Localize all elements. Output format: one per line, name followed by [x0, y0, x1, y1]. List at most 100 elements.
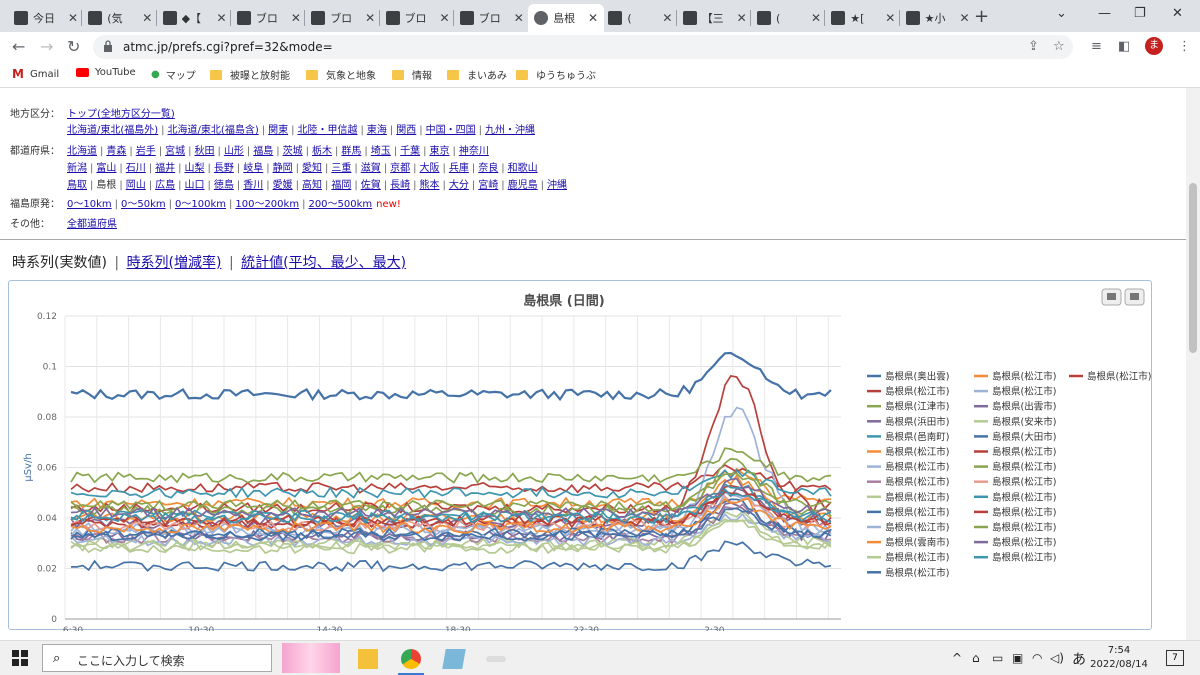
nav-link[interactable]: 0〜50km	[121, 199, 166, 210]
bookmark-youtube[interactable]: YouTube	[76, 67, 136, 78]
new-tab-button[interactable]: +	[974, 6, 989, 27]
legend-item[interactable]: 島根県(松江市)	[992, 446, 1056, 458]
nav-link[interactable]: 岐阜	[243, 163, 263, 174]
legend-item[interactable]: 島根県(安来市)	[992, 416, 1056, 428]
browser-tab[interactable]: 島根 ✕	[528, 4, 605, 32]
nav-link[interactable]: 福岡	[331, 180, 351, 191]
nav-link[interactable]: 愛媛	[273, 180, 293, 191]
tab-close-icon[interactable]: ✕	[811, 11, 821, 25]
nav-link[interactable]: 宮城	[165, 146, 185, 157]
browser-tab[interactable]: ブロ ✕	[454, 4, 530, 32]
app-icon[interactable]	[442, 649, 466, 669]
nav-link[interactable]: 200〜500km	[308, 199, 372, 210]
tab-close-icon[interactable]: ✕	[514, 11, 524, 25]
legend-item[interactable]: 島根県(大田市)	[992, 431, 1056, 443]
nav-link[interactable]: 佐賀	[361, 180, 381, 191]
nav-link[interactable]: 山梨	[185, 163, 205, 174]
tray-app-icon[interactable]: ⌂	[972, 651, 980, 665]
notification-icon[interactable]: 7	[1166, 650, 1184, 666]
nav-link[interactable]: 富山	[96, 163, 116, 174]
legend-item[interactable]: 島根県(松江市)	[885, 386, 949, 398]
nav-link[interactable]: 石川	[126, 163, 146, 174]
legend-item[interactable]: 島根県(松江市)	[885, 446, 949, 458]
close-window-button[interactable]: ✕	[1172, 6, 1183, 21]
legend-item[interactable]: 島根県(松江市)	[992, 491, 1056, 503]
legend-item[interactable]: 島根県(松江市)	[885, 552, 949, 564]
nav-link[interactable]: 京都	[390, 163, 410, 174]
nav-link[interactable]: 東海	[367, 125, 387, 136]
nav-link[interactable]: 沖縄	[547, 180, 567, 191]
browser-tab[interactable]: ブロ ✕	[305, 4, 381, 32]
tray-expand-icon[interactable]: ^	[952, 651, 962, 665]
scrollbar-thumb[interactable]	[1189, 183, 1197, 353]
tab-close-icon[interactable]: ✕	[737, 11, 747, 25]
nav-link[interactable]: 0〜10km	[67, 199, 112, 210]
legend-item[interactable]: 島根県(松江市)	[885, 522, 949, 534]
nav-link[interactable]: 青森	[106, 146, 126, 157]
nav-link[interactable]: 0〜100km	[175, 199, 226, 210]
volume-icon[interactable]: ◁)	[1050, 651, 1064, 665]
nav-link[interactable]: 山形	[224, 146, 244, 157]
region-top-link[interactable]: トップ(全地方区分一覧)	[67, 109, 175, 120]
nav-link[interactable]: 宮崎	[478, 180, 498, 191]
nav-link[interactable]: 北海道/東北(福島外)	[67, 125, 158, 136]
bookmark-maps[interactable]: ● マップ	[151, 67, 196, 82]
nav-link[interactable]: 埼玉	[371, 146, 391, 157]
nav-link[interactable]: 東京	[430, 146, 450, 157]
legend-item[interactable]: 島根県(松江市)	[885, 476, 949, 488]
tab-close-icon[interactable]: ✕	[439, 11, 449, 25]
browser-tab[interactable]: (✕	[602, 4, 678, 32]
nav-link[interactable]: 大分	[449, 180, 469, 191]
tab-close-icon[interactable]: ✕	[217, 11, 227, 25]
nav-link[interactable]: 神奈川	[459, 146, 489, 157]
legend-item[interactable]: 島根県(松江市)	[992, 371, 1056, 383]
bookmark-folder-5[interactable]: ゆうちゅうぶ	[516, 67, 596, 82]
tab-close-icon[interactable]: ✕	[885, 11, 895, 25]
nav-link[interactable]: 栃木	[312, 146, 332, 157]
tab-close-icon[interactable]: ✕	[142, 11, 152, 25]
nav-link[interactable]: 兵庫	[449, 163, 469, 174]
legend-item[interactable]: 島根県(松江市)	[885, 567, 949, 579]
tab-close-icon[interactable]: ✕	[365, 11, 375, 25]
print-chart-icon[interactable]	[1101, 288, 1122, 306]
legend-item[interactable]: 島根県(出雲市)	[992, 401, 1056, 413]
bookmark-folder-1[interactable]: 被曝と放射能	[210, 67, 290, 82]
reload-icon[interactable]: ↻	[67, 37, 80, 56]
view-statistics-link[interactable]: 統計値(平均、最少、最大)	[241, 255, 406, 271]
forward-icon[interactable]: →	[40, 37, 53, 56]
nav-link[interactable]: 鳥取	[67, 180, 87, 191]
view-change-rate-link[interactable]: 時系列(増減率)	[127, 255, 222, 271]
legend-item[interactable]: 島根県(松江市)	[885, 506, 949, 518]
nav-link[interactable]: 千葉	[400, 146, 420, 157]
back-icon[interactable]: ←	[12, 37, 25, 56]
bookmark-folder-2[interactable]: 気象と地象	[306, 67, 376, 82]
tab-close-icon[interactable]: ✕	[662, 11, 672, 25]
legend-item[interactable]: 島根県(江津市)	[885, 401, 949, 413]
nav-link[interactable]: 長野	[214, 163, 234, 174]
all-prefectures-link[interactable]: 全都道府県	[67, 219, 117, 230]
ime-mode[interactable]: あ	[1072, 649, 1086, 669]
legend-item[interactable]: 島根県(松江市)	[992, 522, 1056, 534]
search-highlight-image[interactable]	[282, 643, 340, 673]
nav-link[interactable]: 関東	[268, 125, 288, 136]
network-icon[interactable]: ▣	[1012, 651, 1023, 665]
battery-icon[interactable]: ▭	[992, 651, 1003, 665]
browser-tab[interactable]: ◆【 ✕	[157, 4, 233, 32]
windows-start-icon[interactable]	[12, 650, 28, 666]
reading-list-icon[interactable]: ≡	[1091, 39, 1102, 54]
browser-tab[interactable]: ★[✕	[825, 4, 901, 32]
nav-link[interactable]: 茨城	[283, 146, 303, 157]
minimize-button[interactable]: —	[1098, 6, 1111, 21]
tab-close-icon[interactable]: ✕	[960, 11, 970, 25]
bookmark-star-icon[interactable]: ☆	[1053, 39, 1065, 54]
side-panel-icon[interactable]: ◧	[1118, 39, 1130, 54]
nav-link[interactable]: 和歌山	[508, 163, 538, 174]
vertical-scrollbar[interactable]	[1186, 88, 1200, 640]
chrome-icon[interactable]	[401, 649, 421, 669]
nav-link[interactable]: 北海道	[67, 146, 97, 157]
legend-item[interactable]: 島根県(松江市)	[992, 537, 1056, 549]
nav-link[interactable]: 群馬	[341, 146, 361, 157]
download-chart-icon[interactable]	[1124, 288, 1145, 306]
nav-link[interactable]: 岡山	[126, 180, 146, 191]
browser-tab[interactable]: ★小 ✕	[900, 4, 976, 32]
